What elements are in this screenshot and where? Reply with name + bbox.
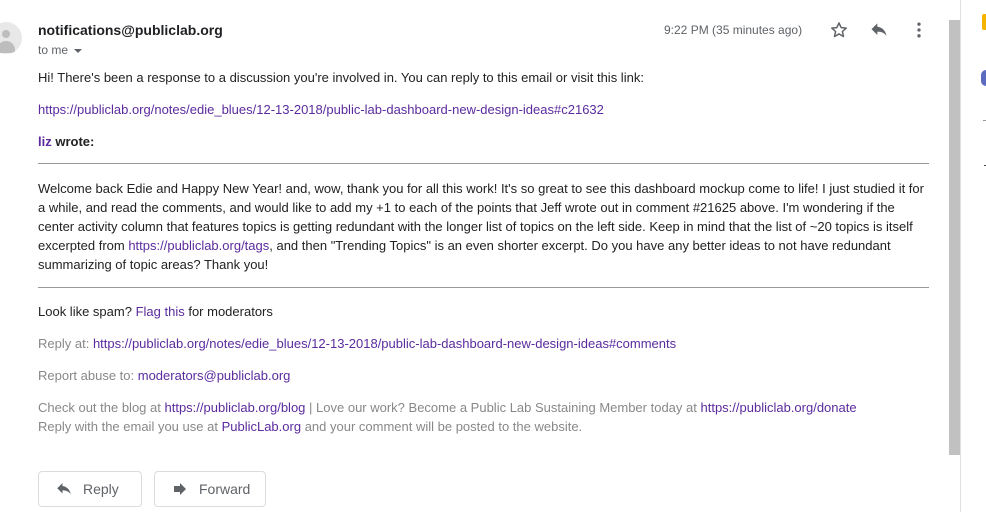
reply-with-line: Reply with the email you use at PublicLa… (38, 417, 930, 436)
keep-icon[interactable] (982, 14, 986, 30)
comment-body: Welcome back Edie and Happy New Year! an… (38, 179, 930, 274)
blog-prefix: Check out the blog at (38, 400, 161, 415)
report-line: Report abuse to: moderators@publiclab.or… (38, 366, 930, 385)
blog-line: Check out the blog at https://publiclab.… (38, 398, 930, 417)
footer-notes: Check out the blog at https://publiclab.… (38, 398, 930, 436)
author-line: liz wrote: (38, 132, 930, 151)
reply-icon (57, 483, 71, 495)
sender-address[interactable]: notifications@publiclab.org (38, 22, 223, 38)
flag-link[interactable]: Flag this (136, 304, 185, 319)
wrote-label: wrote: (55, 134, 95, 149)
discussion-link[interactable]: https://publiclab.org/notes/edie_blues/1… (38, 102, 604, 117)
reply-icon[interactable] (867, 18, 891, 42)
reply-button-label: Reply (83, 481, 119, 497)
tags-link[interactable]: https://publiclab.org/tags (128, 238, 269, 253)
star-icon[interactable] (827, 18, 851, 42)
avatar-head (2, 30, 10, 38)
forward-icon (174, 483, 186, 495)
reply-button[interactable]: Reply (38, 471, 142, 507)
author-link[interactable]: liz (38, 134, 52, 149)
reply-at-line: Reply at: https://publiclab.org/notes/ed… (38, 334, 930, 353)
report-label: Report abuse to: (38, 368, 135, 383)
spam-suffix: for moderators (188, 304, 273, 319)
divider-bottom (38, 287, 929, 288)
tasks-icon[interactable] (981, 70, 986, 86)
sender-avatar (0, 22, 22, 54)
recipient-label: to me (38, 43, 69, 57)
more-vert-icon[interactable] (907, 18, 931, 42)
donate-link[interactable]: https://publiclab.org/donate (700, 400, 856, 415)
scrollbar-thumb[interactable] (949, 20, 960, 455)
report-link[interactable]: moderators@publiclab.org (138, 368, 291, 383)
forward-button-label: Forward (199, 481, 251, 497)
forward-button[interactable]: Forward (154, 471, 266, 507)
intro-text: Hi! There's been a response to a discuss… (38, 70, 644, 85)
reply-at-label: Reply at: (38, 336, 90, 351)
discussion-link-row: https://publiclab.org/notes/edie_blues/1… (38, 100, 930, 119)
reply-with-prefix: Reply with the email you use at (38, 419, 218, 434)
chevron-down-icon[interactable] (74, 48, 83, 53)
blog-link[interactable]: https://publiclab.org/blog (164, 400, 305, 415)
reply-at-link[interactable]: https://publiclab.org/notes/edie_blues/1… (93, 336, 676, 351)
spam-prefix: Look like spam? (38, 304, 132, 319)
recipient-details[interactable]: to me (38, 43, 83, 57)
message-timestamp: 9:22 PM (35 minutes ago) (664, 23, 803, 37)
avatar-body (0, 41, 15, 53)
publiclab-link[interactable]: PublicLab.org (222, 419, 302, 434)
spam-line: Look like spam? Flag this for moderators (38, 302, 930, 321)
blog-middle: | Love our work? Become a Public Lab Sus… (309, 400, 697, 415)
reply-with-suffix: and your comment will be posted to the w… (304, 419, 583, 434)
divider-top (38, 163, 929, 164)
